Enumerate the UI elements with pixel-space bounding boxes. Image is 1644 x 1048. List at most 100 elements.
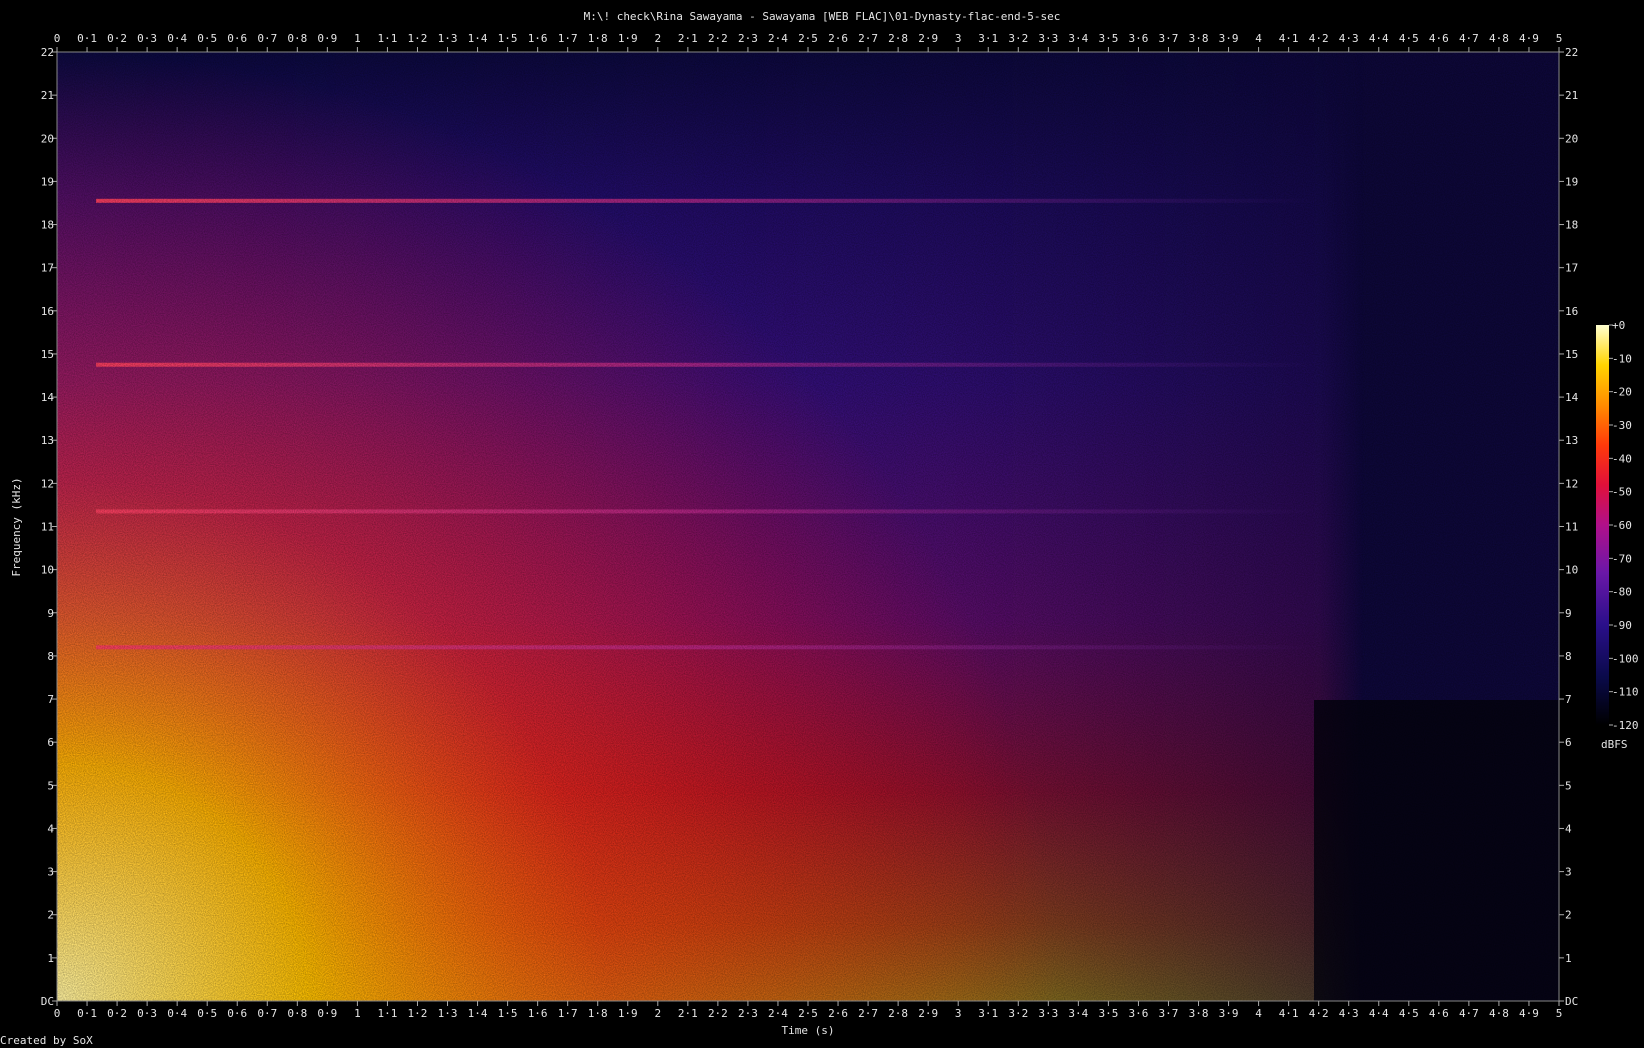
x-tick-label: 2·2 xyxy=(708,32,728,45)
x-tick-label: 4·8 xyxy=(1489,32,1509,45)
x-tick-label: 1·2 xyxy=(408,32,428,45)
x-tick-label: 2·9 xyxy=(918,32,938,45)
x-tick-label: 4·2 xyxy=(1309,32,1329,45)
x-tick-label: 3·9 xyxy=(1219,32,1239,45)
y-tick-label: 5 xyxy=(1565,779,1572,792)
x-tick-label: 3·8 xyxy=(1189,1007,1209,1020)
x-tick-label: 5 xyxy=(1556,1007,1563,1020)
colorbar-tick-label: -40 xyxy=(1612,452,1632,465)
colorbar-tick-label: -30 xyxy=(1612,419,1632,432)
x-tick-label: 1·8 xyxy=(588,32,608,45)
x-tick-label: 0·5 xyxy=(197,32,217,45)
x-tick-label: 3·1 xyxy=(978,1007,998,1020)
y-tick-label: 4 xyxy=(47,822,54,835)
colorbar-tick-label: -100 xyxy=(1612,652,1639,665)
x-tick-label: 1·1 xyxy=(378,32,398,45)
y-tick-label: 2 xyxy=(47,909,54,922)
x-tick-label: 2·7 xyxy=(858,32,878,45)
y-tick-label: 21 xyxy=(41,89,54,102)
y-tick-label: 4 xyxy=(1565,822,1572,835)
y-tick-label: 18 xyxy=(1565,219,1578,232)
x-tick-label: 3·7 xyxy=(1159,1007,1179,1020)
x-tick-label: 0·6 xyxy=(227,1007,247,1020)
y-tick-label: 10 xyxy=(41,564,54,577)
y-tick-label: 21 xyxy=(1565,89,1578,102)
x-tick-label: 1·7 xyxy=(558,1007,578,1020)
y-tick-label: 20 xyxy=(1565,132,1578,145)
y-tick-label: 1 xyxy=(1565,952,1572,965)
x-tick-label: 3·2 xyxy=(1008,1007,1028,1020)
y-tick-label: 16 xyxy=(1565,305,1578,318)
x-tick-label: 4·7 xyxy=(1459,32,1479,45)
x-tick-label: 0·8 xyxy=(287,1007,307,1020)
x-tick-label: 1 xyxy=(354,1007,361,1020)
x-tick-label: 0·3 xyxy=(137,32,157,45)
colorbar-tick-label: -50 xyxy=(1612,486,1632,499)
x-tick-label: 0·1 xyxy=(77,32,97,45)
x-tick-label: 3·6 xyxy=(1129,32,1149,45)
colorbar-tick-label: -10 xyxy=(1612,352,1632,365)
x-tick-label: 0·4 xyxy=(167,1007,187,1020)
y-tick-label: 2 xyxy=(1565,909,1572,922)
colorbar-ticks: +0 -10 -20 -30 -40 -50 -60 -70 -80 -90 -100 -110 -12… xyxy=(1609,319,1639,732)
y-tick-label: 13 xyxy=(1565,434,1578,447)
y-tick-label: 12 xyxy=(41,477,54,490)
x-tick-label: 3·9 xyxy=(1219,1007,1239,1020)
x-tick-label: 3·3 xyxy=(1038,32,1058,45)
x-tick-label: 1·2 xyxy=(408,1007,428,1020)
y-tick-label: 12 xyxy=(1565,477,1578,490)
y-tick-label: 20 xyxy=(41,132,54,145)
y-tick-label: 9 xyxy=(47,607,54,620)
x-tick-label: 4·7 xyxy=(1459,1007,1479,1020)
colorbar-tick-label: +0 xyxy=(1612,319,1625,332)
x-tick-label: 0·5 xyxy=(197,1007,217,1020)
colorbar-tick-label: -60 xyxy=(1612,519,1632,532)
chart-title: M:\! check\Rina Sawayama - Sawayama [WEB… xyxy=(584,10,1061,23)
x-tick-label: 3·7 xyxy=(1159,32,1179,45)
y-tick-label: 3 xyxy=(47,866,54,879)
x-tick-label: 4·6 xyxy=(1429,32,1449,45)
colorbar-gradient xyxy=(1596,325,1609,725)
x-tick-label: 4·5 xyxy=(1399,1007,1419,1020)
y-tick-label: 8 xyxy=(47,650,54,663)
colorbar: +0 -10 -20 -30 -40 -50 -60 -70 -80 -90 -100 -110 -12… xyxy=(1596,319,1639,751)
x-tick-label: 1 xyxy=(354,32,361,45)
x-tick-label: 4·3 xyxy=(1339,1007,1359,1020)
colorbar-tick-label: -80 xyxy=(1612,586,1632,599)
x-tick-label: 1·1 xyxy=(378,1007,398,1020)
x-tick-label: 0 xyxy=(54,32,61,45)
y-tick-label: 9 xyxy=(1565,607,1572,620)
x-tick-label: 4 xyxy=(1255,32,1262,45)
x-tick-label: 2·1 xyxy=(678,1007,698,1020)
x-tick-label: 1·9 xyxy=(618,32,638,45)
x-tick-label: 3·4 xyxy=(1068,32,1088,45)
noise-grain xyxy=(57,52,1559,1001)
y-tick-label: 5 xyxy=(47,779,54,792)
x-tick-label: 0·7 xyxy=(257,32,277,45)
y-tick-label: 10 xyxy=(1565,564,1578,577)
y-tick-label: 17 xyxy=(41,262,54,275)
x-tick-label: 2 xyxy=(654,32,661,45)
y-tick-label: 11 xyxy=(41,521,54,534)
x-tick-label: 4·3 xyxy=(1339,32,1359,45)
x-tick-label: 0·9 xyxy=(317,32,337,45)
y-tick-label: DC xyxy=(41,995,54,1008)
y-tick-label: 14 xyxy=(1565,391,1579,404)
x-tick-label: 4·4 xyxy=(1369,1007,1389,1020)
y-tick-label: 8 xyxy=(1565,650,1572,663)
y-axis-right-ticks: DC12345678910111213141516171819202122 xyxy=(1559,46,1579,1008)
x-tick-label: 0·2 xyxy=(107,1007,127,1020)
x-tick-label: 4·9 xyxy=(1519,32,1539,45)
y-tick-label: 19 xyxy=(1565,175,1578,188)
x-tick-label: 1·9 xyxy=(618,1007,638,1020)
x-tick-label: 1·4 xyxy=(468,32,488,45)
x-tick-label: 1·3 xyxy=(438,32,458,45)
x-tick-label: 3·4 xyxy=(1068,1007,1088,1020)
x-tick-label: 0·2 xyxy=(107,32,127,45)
colorbar-tick-label: -90 xyxy=(1612,619,1632,632)
plot-area xyxy=(56,51,1560,1002)
x-tick-label: 0·6 xyxy=(227,32,247,45)
x-tick-label: 2·9 xyxy=(918,1007,938,1020)
x-tick-label: 2 xyxy=(654,1007,661,1020)
x-tick-label: 3 xyxy=(955,1007,962,1020)
